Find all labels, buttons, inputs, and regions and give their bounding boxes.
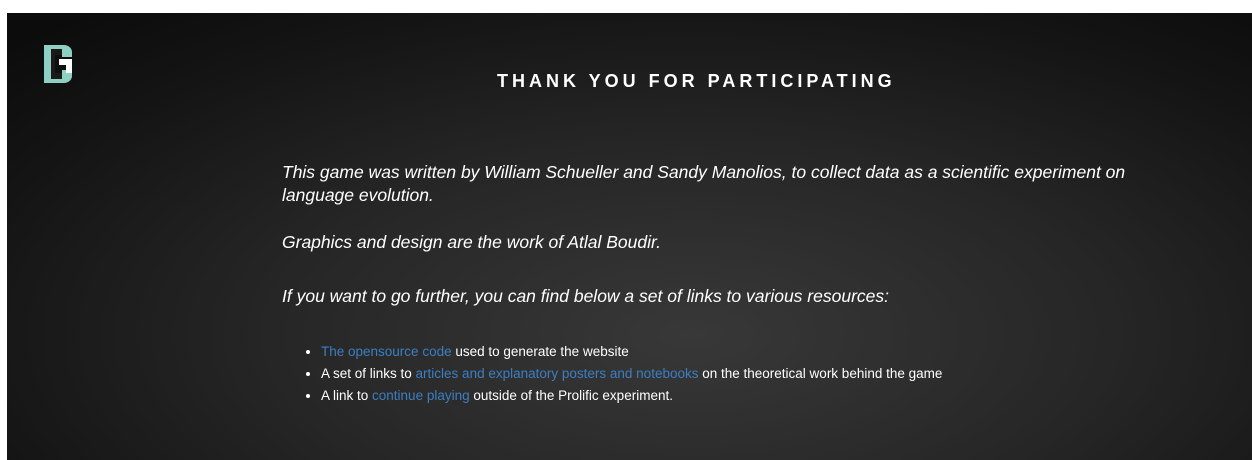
list-item: A link to continue playing outside of th… xyxy=(321,385,1142,407)
articles-posters-link[interactable]: articles and explanatory posters and not… xyxy=(416,366,699,381)
resources-intro-paragraph: If you want to go further, you can find … xyxy=(282,286,889,306)
content-area: This game was written by William Schuell… xyxy=(282,161,1142,407)
game-logo-icon[interactable] xyxy=(38,43,77,85)
opensource-code-link[interactable]: The opensource code xyxy=(321,344,452,359)
list-item: The opensource code used to generate the… xyxy=(321,341,1142,363)
main-panel: THANK YOU FOR PARTICIPATING This game wa… xyxy=(7,13,1252,460)
resource-links-list: The opensource code used to generate the… xyxy=(282,341,1142,407)
continue-playing-link[interactable]: continue playing xyxy=(372,388,470,403)
credits-paragraph: This game was written by William Schuell… xyxy=(282,162,1126,205)
list-item: A set of links to articles and explanato… xyxy=(321,363,1142,385)
page-title: THANK YOU FOR PARTICIPATING xyxy=(497,71,896,91)
graphics-credit-paragraph: Graphics and design are the work of Atla… xyxy=(282,232,662,252)
